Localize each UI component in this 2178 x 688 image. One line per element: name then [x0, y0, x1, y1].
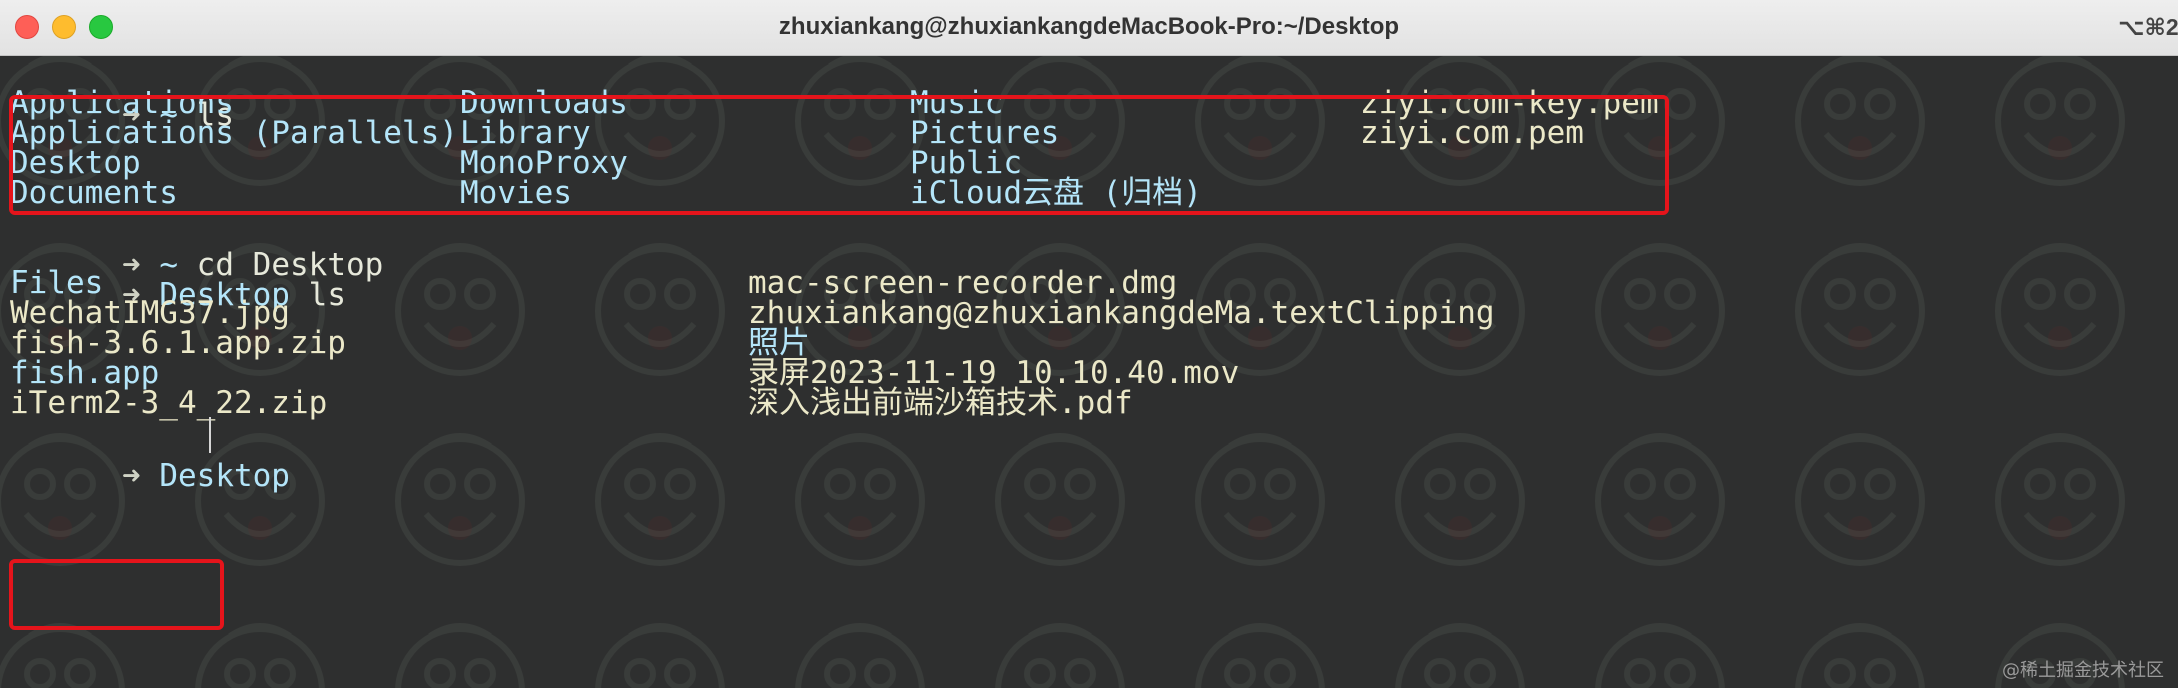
window-title: zhuxiankang@zhuxiankangdeMacBook-Pro:~/D… — [778, 13, 1400, 40]
terminal-output[interactable]: ➜ ~ ls Applications Applications (Parall… — [0, 56, 2178, 688]
current-prompt-highlight — [9, 559, 224, 630]
title-bar: zhuxiankang@zhuxiankangdeMacBook-Pro:~/D… — [0, 0, 2178, 56]
list-item: 深入浅出前端沙箱技术.pdf — [748, 385, 1133, 421]
list-item: zhuxiankang@zhuxiankangdeMa.textClipping — [748, 295, 1495, 331]
prompt-command: ls — [308, 277, 346, 313]
home-listing-highlight — [9, 95, 1669, 215]
terminal-window: zhuxiankang@zhuxiankangdeMacBook-Pro:~/D… — [0, 0, 2178, 688]
prompt-cwd: Desktop — [159, 458, 290, 494]
watermark: @稀土掘金技术社区 — [2002, 660, 2164, 681]
text-cursor[interactable] — [209, 417, 211, 453]
prompt-arrow: ➜ — [121, 458, 141, 494]
window-shortcut-label: ⌥⌘2 — [2118, 14, 2178, 40]
current-prompt-line: ➜ Desktop — [10, 413, 290, 494]
